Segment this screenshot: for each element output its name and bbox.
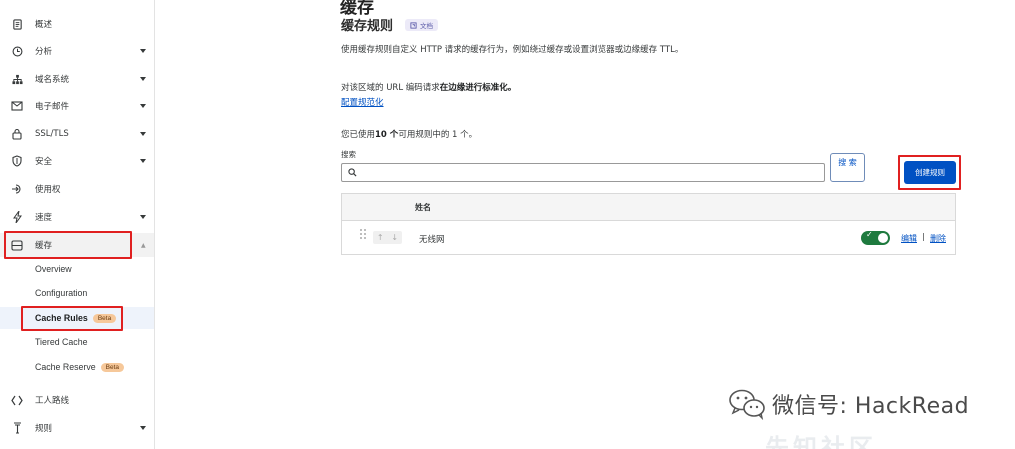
docs-badge-link[interactable]: 文档 xyxy=(405,19,438,31)
search-field[interactable] xyxy=(341,163,825,182)
rules-icon xyxy=(11,422,23,434)
sidebar-item-rules[interactable]: 规则 xyxy=(0,416,154,440)
sidebar-item-label: 规则 xyxy=(35,424,53,434)
clock-icon xyxy=(11,45,23,57)
sidebar-subitem-label: Cache Reserve Beta xyxy=(35,361,125,373)
normalization-prefix: 对该区域的 URL 编码请求 xyxy=(341,83,440,93)
normalization-bold: 在边缘进行标准化。 xyxy=(439,83,517,93)
sidebar-subitem-label: Configuration xyxy=(35,288,88,298)
sidebar-item-workers-routes[interactable]: 工人路线 xyxy=(0,388,154,412)
chevron-down-icon xyxy=(140,215,146,219)
faint-watermark: 先知社区 xyxy=(765,434,877,449)
chevron-up-icon: ▲ xyxy=(141,241,146,249)
sidebar-subitem-overview[interactable]: Overview xyxy=(0,258,154,280)
access-icon xyxy=(11,183,23,195)
usage-suffix: 可用规则中的 1 个。 xyxy=(398,130,478,140)
sidebar: 概述 分析 域名系统 电子邮件 SSL/TLS 安全 使用权 速度 缓存 ▲ O… xyxy=(0,0,155,449)
search-button[interactable]: 搜 索 xyxy=(830,153,865,182)
chevron-down-icon xyxy=(140,132,146,136)
usage-text: 您已使用10 个可用规则中的 1 个。 xyxy=(341,128,477,140)
edit-rule-link[interactable]: 编辑 xyxy=(901,233,917,244)
lock-icon xyxy=(11,128,23,140)
sidebar-item-analytics[interactable]: 分析 xyxy=(0,39,154,63)
sidebar-item-label: 分析 xyxy=(35,47,53,57)
beta-badge: Beta xyxy=(92,314,117,324)
configure-normalization-link[interactable]: 配置规范化 xyxy=(341,96,384,108)
watermark-text: 微信号: HackRead xyxy=(772,394,970,419)
workers-icon xyxy=(11,394,23,406)
cache-rules-label: Cache Rules xyxy=(35,312,88,323)
rule-name: 无线网 xyxy=(419,235,445,245)
chevron-down-icon xyxy=(140,426,146,430)
wechat-watermark: 微信号: HackRead xyxy=(728,388,969,420)
arrow-up-icon[interactable]: ↑ xyxy=(377,233,384,242)
sidebar-subitem-configuration[interactable]: Configuration xyxy=(0,282,154,304)
usage-prefix: 您已使用 xyxy=(341,130,376,140)
doc-icon xyxy=(410,21,417,29)
sidebar-item-security[interactable]: 安全 xyxy=(0,149,154,173)
cache-reserve-label: Cache Reserve xyxy=(35,361,96,372)
search-icon xyxy=(348,168,357,177)
network-icon xyxy=(11,73,23,85)
chevron-down-icon xyxy=(140,77,146,81)
chevron-down-icon xyxy=(140,159,146,163)
chevron-down-icon xyxy=(140,49,146,53)
sidebar-item-label: 速度 xyxy=(35,213,53,223)
cache-icon xyxy=(11,239,23,251)
sidebar-item-label: 缓存 xyxy=(35,241,53,251)
rules-table: 姓名 ↑ ↓ 无线网 ✓ 编辑 | 删除 xyxy=(341,193,956,255)
reorder-buttons: ↑ ↓ xyxy=(373,231,402,244)
sidebar-item-speed[interactable]: 速度 xyxy=(0,205,154,229)
rule-enabled-toggle[interactable]: ✓ xyxy=(861,230,890,245)
check-icon: ✓ xyxy=(866,230,873,239)
sidebar-item-label: 安全 xyxy=(35,157,53,167)
sidebar-item-overview[interactable]: 概述 xyxy=(0,12,154,36)
search-input[interactable] xyxy=(360,165,820,180)
toggle-knob xyxy=(878,233,888,243)
sidebar-item-email[interactable]: 电子邮件 xyxy=(0,94,154,118)
sidebar-subitem-cache-reserve[interactable]: Cache Reserve Beta xyxy=(0,356,154,378)
sidebar-item-label: 概述 xyxy=(35,20,53,30)
delete-rule-link[interactable]: 删除 xyxy=(930,233,946,244)
sidebar-item-cache[interactable]: 缓存 ▲ xyxy=(0,233,154,257)
usage-bold: 10 个 xyxy=(375,130,399,140)
table-header: 姓名 xyxy=(342,194,955,221)
docs-badge-label: 文档 xyxy=(420,22,433,30)
sidebar-subitem-label: Cache Rules Beta xyxy=(35,312,117,324)
chevron-down-icon xyxy=(140,104,146,108)
sidebar-item-label: 电子邮件 xyxy=(35,102,70,112)
beta-badge: Beta xyxy=(100,363,125,373)
sidebar-item-label: 域名系统 xyxy=(35,75,70,85)
sidebar-item-ssl-tls[interactable]: SSL/TLS xyxy=(0,122,154,146)
sidebar-item-label: 工人路线 xyxy=(35,396,70,406)
document-icon xyxy=(11,18,23,30)
normalization-text: 对该区域的 URL 编码请求在边缘进行标准化。 xyxy=(341,81,516,93)
sidebar-subitem-tiered-cache[interactable]: Tiered Cache xyxy=(0,331,154,353)
sidebar-item-dns[interactable]: 域名系统 xyxy=(0,67,154,91)
link-separator: | xyxy=(922,232,925,241)
sidebar-subitem-label: Tiered Cache xyxy=(35,337,88,347)
sidebar-item-label: SSL/TLS xyxy=(35,129,69,139)
section-title: 缓存规则 xyxy=(341,19,394,34)
column-header-name: 姓名 xyxy=(415,203,431,212)
sidebar-item-label: 使用权 xyxy=(35,185,61,195)
wechat-icon xyxy=(729,389,765,420)
drag-handle-icon[interactable] xyxy=(360,229,368,243)
email-icon xyxy=(11,100,23,112)
create-rule-button[interactable]: 创建规则 xyxy=(904,161,956,184)
description: 使用缓存规则自定义 HTTP 请求的缓存行为，例如绕过缓存或设置浏览器或边缘缓存… xyxy=(341,45,684,55)
lightning-icon xyxy=(11,211,23,223)
sidebar-subitem-label: Overview xyxy=(35,264,72,274)
search-label: 搜索 xyxy=(341,150,356,159)
shield-icon xyxy=(11,155,23,167)
sidebar-item-access[interactable]: 使用权 xyxy=(0,177,154,201)
sidebar-subitem-cache-rules[interactable]: Cache Rules Beta xyxy=(0,307,154,329)
table-row: ↑ ↓ 无线网 ✓ 编辑 | 删除 xyxy=(342,221,955,254)
arrow-down-icon[interactable]: ↓ xyxy=(391,233,398,242)
